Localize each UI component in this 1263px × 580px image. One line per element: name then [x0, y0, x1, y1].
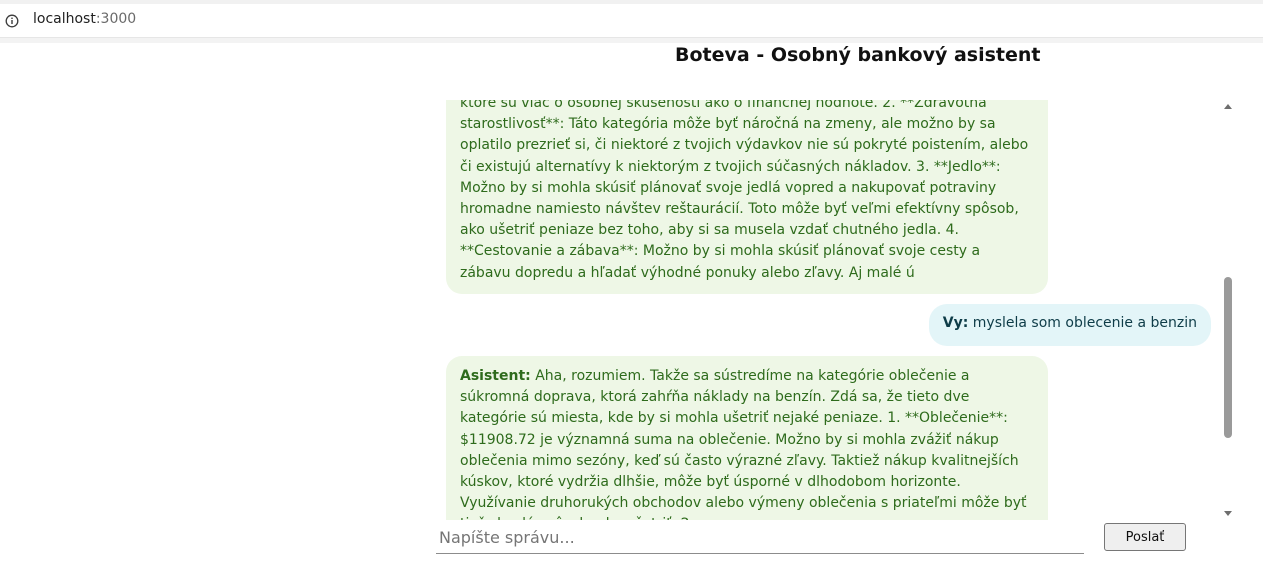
user-message: Vy: myslela som oblecenie a benzin [928, 304, 1211, 346]
scroll-down-arrow-icon[interactable] [1224, 511, 1232, 516]
message-sender: Vy: [942, 315, 969, 331]
scroll-up-arrow-icon[interactable] [1224, 104, 1232, 109]
scrollbar-thumb[interactable] [1224, 277, 1232, 438]
browser-url-bar[interactable]: localhost:3000 [0, 0, 1263, 38]
page-title: Boteva - Osobný bankový asistent [675, 44, 1041, 66]
message-text: myslela som oblecenie a benzin [972, 315, 1197, 331]
url-port: :3000 [95, 11, 137, 27]
assistant-message: Asistent: Aha, rozumiem. Takže sa sústre… [446, 356, 1048, 520]
message-text: Aha, rozumiem. Takže sa sústredíme na ka… [460, 368, 1027, 520]
message-text: ktoré sú viac o osobnej skúsenosti ako o… [460, 100, 1029, 281]
url-host: localhost [33, 11, 96, 27]
message-input[interactable] [436, 521, 1084, 554]
toolbar-divider [0, 38, 1263, 43]
url-text[interactable]: localhost:3000 [33, 11, 136, 27]
browser-tab-strip-edge [0, 0, 1263, 4]
message-sender: Asistent: [460, 368, 531, 384]
info-circle-icon[interactable] [5, 13, 19, 28]
chat-message-list[interactable]: ktoré sú viac o osobnej skúsenosti ako o… [436, 100, 1236, 520]
chat-scrollbar[interactable] [1220, 100, 1236, 520]
send-button[interactable]: Poslať [1104, 523, 1186, 551]
assistant-message: ktoré sú viac o osobnej skúsenosti ako o… [446, 100, 1048, 294]
